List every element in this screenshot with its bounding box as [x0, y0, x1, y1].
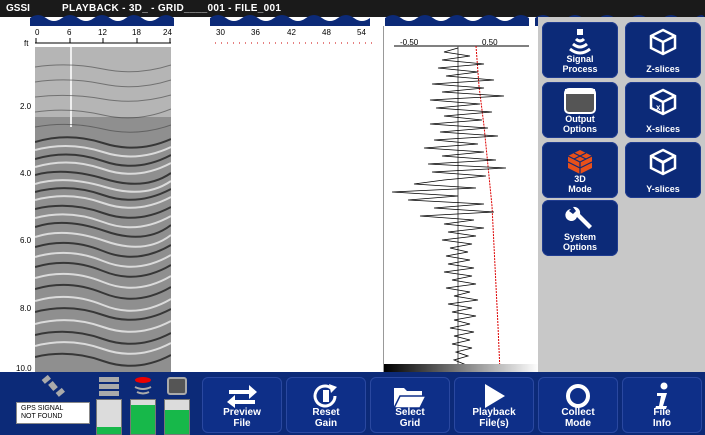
depth-ruler: ft 2.0 4.0 6.0 8.0 10.0	[0, 36, 35, 373]
reset-gain-label: Reset Gain	[312, 407, 340, 429]
y-slices-icon	[649, 148, 677, 176]
y-slices-button[interactable]: Y-slices	[625, 142, 701, 198]
collect-mode-button[interactable]: Collect Mode	[538, 377, 618, 433]
preview-file-label: Preview File	[223, 407, 261, 429]
x-slices-icon: x	[649, 88, 677, 116]
ruler-tick-label: 48	[322, 28, 331, 37]
signal-process-button[interactable]: Signal Process	[542, 22, 618, 78]
collect-mode-label: Collect Mode	[561, 407, 595, 429]
output-options-icon	[564, 88, 596, 114]
ruler-tick-label: 54	[357, 28, 366, 37]
storage-meter-fill	[165, 410, 189, 434]
circle-icon	[566, 384, 590, 408]
storage-icon	[167, 377, 187, 395]
distance-ruler-extended: 30 36 42 48 54	[215, 26, 375, 50]
swap-arrows-icon	[227, 385, 257, 408]
reset-gain-button[interactable]: Reset Gain	[286, 377, 366, 433]
ruler-tick-label: 6	[67, 28, 72, 37]
radargram-image	[35, 47, 171, 372]
signal-process-icon	[569, 29, 591, 55]
z-slices-label: Z-slices	[646, 64, 680, 74]
ruler-tick-label: 42	[287, 28, 296, 37]
signal-process-label: Signal Process	[562, 54, 598, 74]
z-slices-button[interactable]: Z-slices	[625, 22, 701, 78]
depth-tick-label: 4.0	[20, 169, 32, 178]
output-options-label: Output Options	[563, 114, 597, 134]
signal-meter-fill	[131, 405, 155, 434]
output-options-button[interactable]: Output Options	[542, 82, 618, 138]
ruler-tick-label: 30	[216, 28, 225, 37]
gps-status-text: GPS SIGNAL NOT FOUND	[21, 405, 64, 420]
battery-meter	[96, 399, 122, 435]
playback-files-button[interactable]: Playback File(s)	[454, 377, 534, 433]
playback-files-label: Playback File(s)	[472, 407, 516, 429]
wrench-icon	[565, 206, 592, 229]
depth-tick-label: 8.0	[20, 304, 32, 313]
storage-meter	[164, 399, 190, 435]
3d-mode-button[interactable]: 3D Mode	[542, 142, 618, 198]
file-info-button[interactable]: File Info	[622, 377, 702, 433]
ruler-tick-label: 12	[98, 28, 107, 37]
satellite-icon	[41, 375, 65, 397]
x-slices-button[interactable]: x X-slices	[625, 82, 701, 138]
gps-status: GPS SIGNAL NOT FOUND	[16, 402, 90, 424]
depth-tick-label: 6.0	[20, 236, 32, 245]
trace-panel: -0.50 0.50	[383, 26, 539, 372]
battery-meter-fill	[97, 426, 121, 434]
battery-stack-icon	[99, 377, 119, 396]
system-options-button[interactable]: System Options	[542, 200, 618, 256]
3d-mode-label: 3D Mode	[568, 174, 592, 194]
antenna-signal-icon	[134, 377, 152, 395]
depth-unit: ft	[24, 39, 29, 48]
select-grid-label: Select Grid	[395, 407, 425, 429]
ruler-tick-label: 24	[163, 28, 172, 37]
trace-plot	[384, 45, 539, 372]
play-icon	[485, 384, 505, 408]
signal-meter	[130, 399, 156, 435]
ruler-tick-label: 36	[251, 28, 260, 37]
system-options-label: System Options	[563, 232, 597, 252]
file-info-label: File Info	[652, 407, 672, 429]
svg-text:x: x	[656, 103, 661, 112]
y-slices-label: Y-slices	[646, 184, 680, 194]
ruler-tick-label: 0	[35, 28, 40, 37]
radargram-view[interactable]	[35, 47, 171, 372]
select-grid-button[interactable]: Select Grid	[370, 377, 450, 433]
z-slices-icon	[649, 28, 677, 56]
x-slices-label: X-slices	[645, 124, 681, 134]
preview-file-button[interactable]: Preview File	[202, 377, 282, 433]
gssi-logo: GSSI	[6, 3, 30, 14]
reset-gain-icon	[313, 384, 337, 408]
depth-tick-label: 2.0	[20, 102, 32, 111]
info-icon	[655, 382, 668, 409]
folder-open-icon	[392, 388, 428, 409]
3d-mode-icon	[567, 150, 593, 174]
ruler-tick-label: 18	[132, 28, 141, 37]
